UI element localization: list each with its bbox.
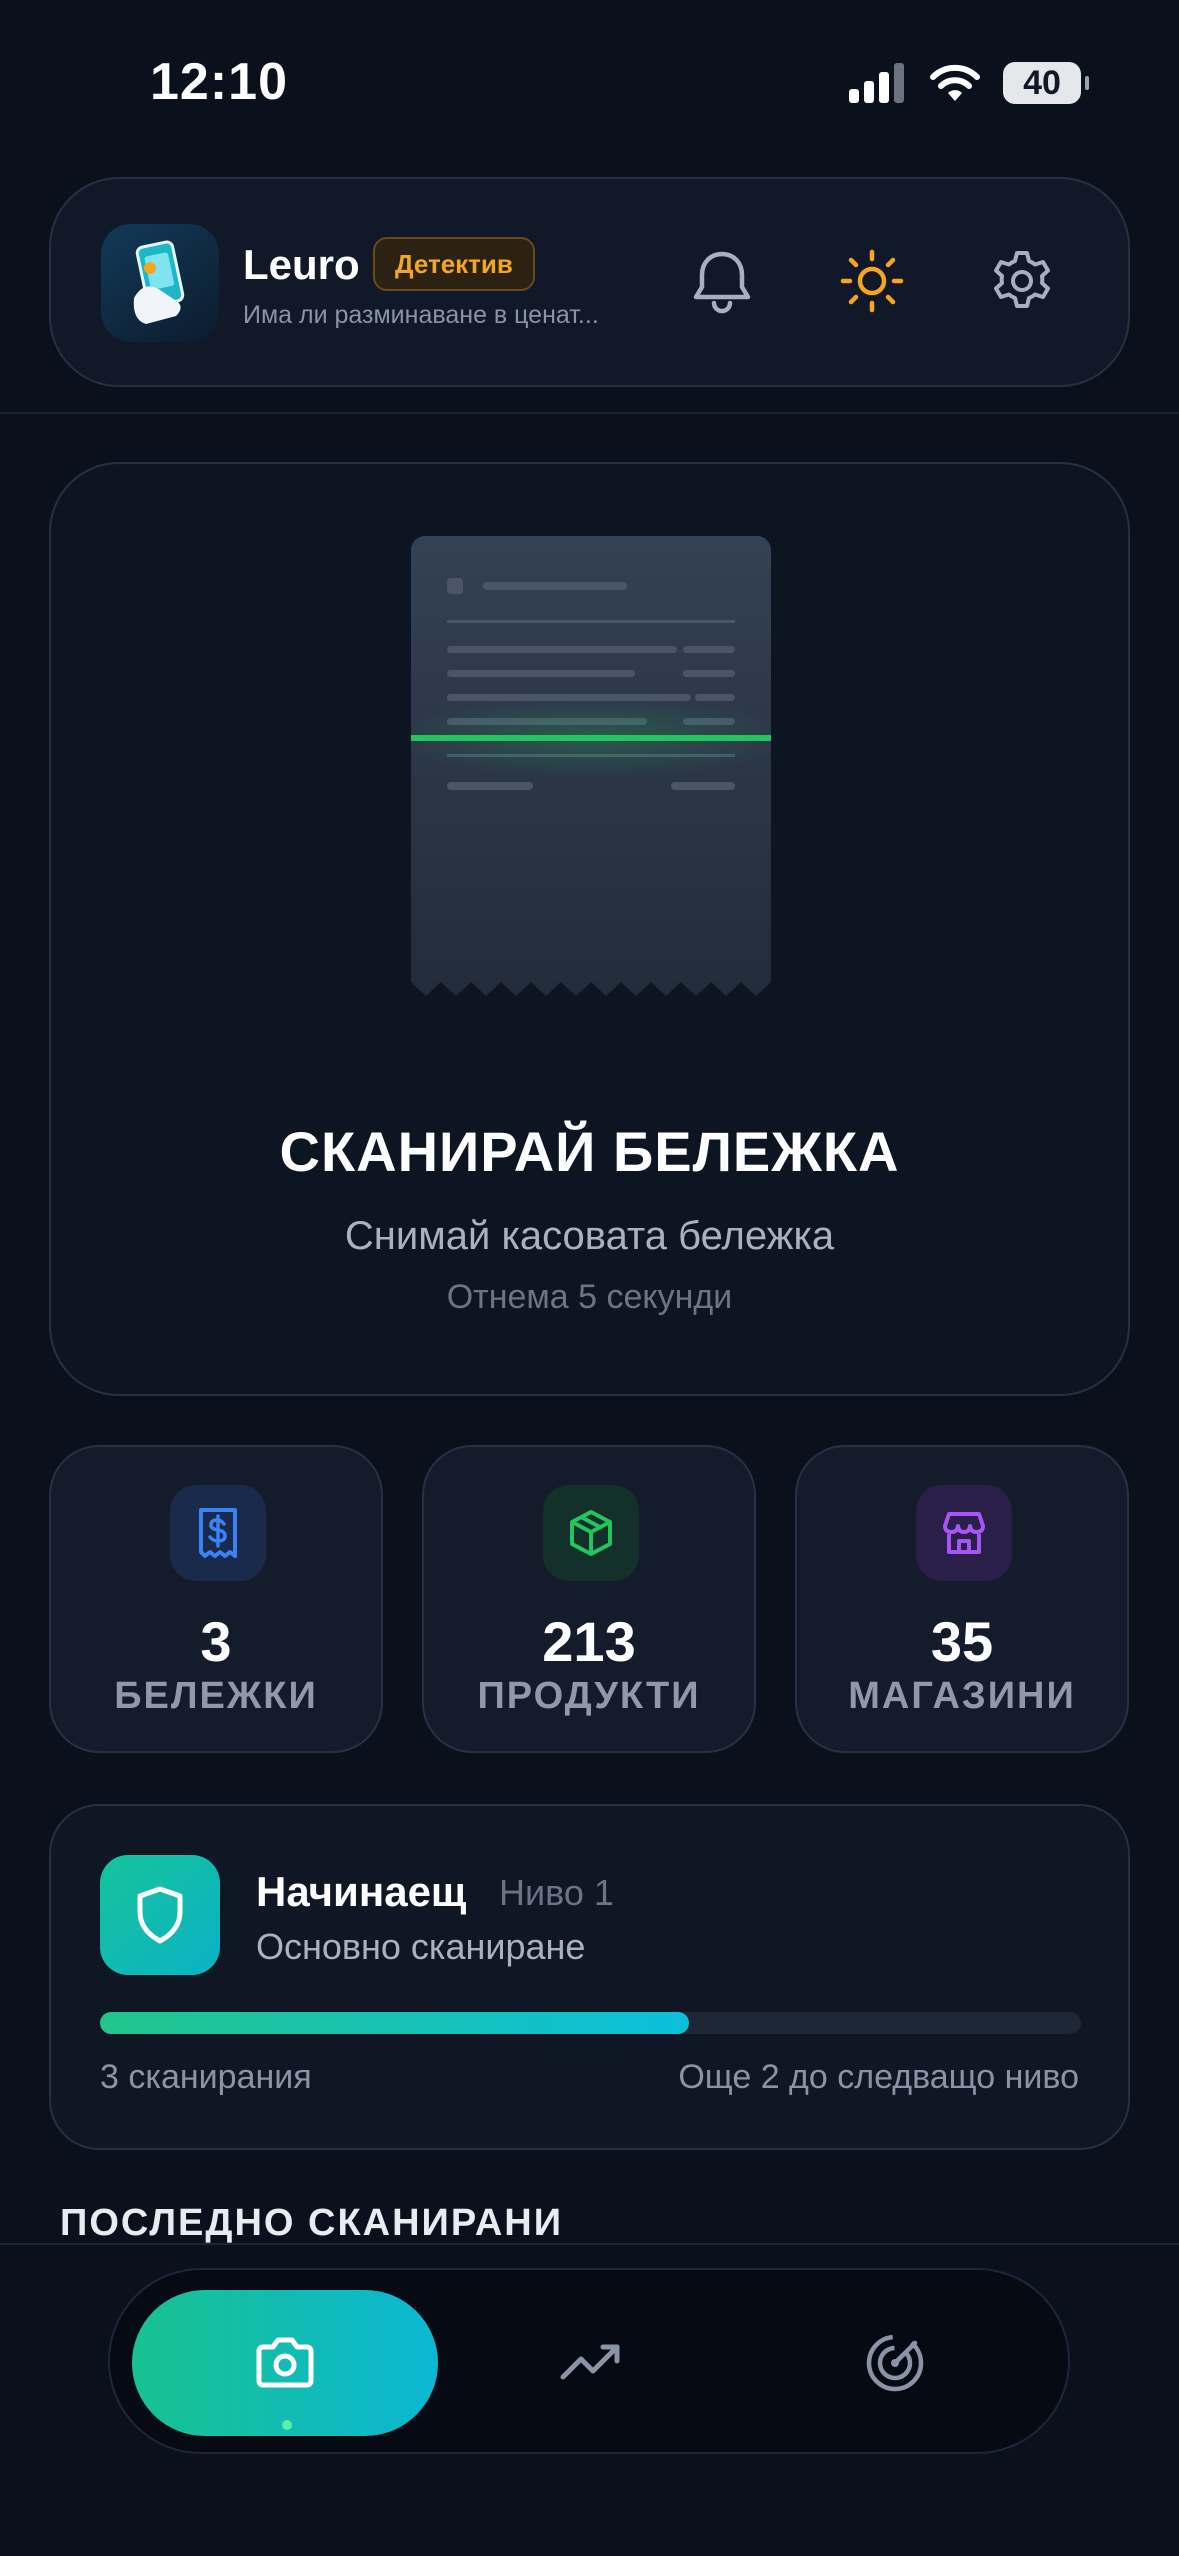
battery-indicator: 40 — [1003, 62, 1089, 104]
stat-card-receipts[interactable]: 3 БЕЛЕЖКИ — [49, 1445, 383, 1753]
nav-scan-button[interactable] — [132, 2290, 438, 2436]
trending-up-icon — [560, 2344, 620, 2380]
wifi-icon — [930, 64, 980, 101]
phone-logo-icon — [133, 240, 185, 324]
scan-receipt-card[interactable]: СКАНИРАЙ БЕЛЕЖКА Снимай касовата бележка… — [49, 462, 1130, 1396]
scan-note: Отнема 5 секунди — [446, 1278, 733, 1316]
box-icon — [570, 1510, 612, 1556]
level-progress-bar — [100, 2012, 1081, 2034]
level-title: Начинаещ — [256, 1868, 467, 1915]
recent-scans-heading: ПОСЛЕДНО СКАНИРАНИ — [60, 2202, 564, 2244]
sun-icon — [840, 249, 904, 313]
level-card[interactable]: Начинаещ Ниво 1 Основно сканиране 3 скан… — [49, 1804, 1130, 2150]
nav-trends-button[interactable] — [538, 2310, 644, 2416]
stat-icon-box — [170, 1485, 266, 1581]
level-progress-fill — [100, 2012, 689, 2034]
scan-title: СКАНИРАЙ БЕЛЕЖКА — [279, 1120, 900, 1183]
shield-icon — [137, 1886, 183, 1944]
header-divider — [0, 412, 1179, 414]
level-badge — [100, 1855, 220, 1975]
app-name: Leuro — [243, 241, 360, 288]
receipt-icon — [199, 1508, 237, 1558]
settings-button[interactable] — [986, 245, 1058, 317]
theme-toggle-button[interactable] — [836, 245, 908, 317]
scan-line — [411, 735, 771, 741]
level-description: Основно сканиране — [256, 1926, 586, 1967]
stat-label: ПРОДУКТИ — [477, 1675, 701, 1717]
bell-icon — [693, 251, 751, 314]
status-time: 12:10 — [150, 53, 288, 111]
app-logo — [101, 224, 219, 342]
stat-label: БЕЛЕЖКИ — [114, 1675, 318, 1717]
signal-icon — [849, 63, 904, 103]
notifications-button[interactable] — [686, 245, 758, 317]
stat-value: 3 — [200, 1610, 232, 1673]
status-icons: 40 — [849, 62, 1089, 104]
level-number: Ниво 1 — [499, 1872, 614, 1913]
stat-card-products[interactable]: 213 ПРОДУКТИ — [422, 1445, 756, 1753]
radar-icon — [866, 2334, 924, 2392]
stat-value: 35 — [930, 1610, 994, 1673]
camera-icon — [256, 2337, 314, 2388]
next-level-hint: Още 2 до следващо ниво — [678, 2058, 1079, 2096]
gear-icon — [994, 251, 1050, 308]
stat-value: 213 — [542, 1610, 636, 1673]
header-card: Leuro Детектив Има ли разминаване в цена… — [49, 177, 1130, 387]
scan-subtitle: Снимай касовата бележка — [344, 1214, 835, 1258]
stat-card-stores[interactable]: 35 МАГАЗИНИ — [795, 1445, 1129, 1753]
status-bar: 12:10 40 — [0, 0, 1179, 170]
stat-icon-box — [916, 1485, 1012, 1581]
app-subtitle: Има ли разминаване в ценат... — [243, 301, 599, 329]
scans-count: 3 сканирания — [100, 2058, 312, 2096]
store-icon — [943, 1512, 985, 1554]
stat-icon-box — [543, 1485, 639, 1581]
active-indicator-dot — [282, 2420, 292, 2430]
stat-label: МАГАЗИНИ — [848, 1675, 1076, 1717]
role-badge: Детектив — [373, 237, 535, 291]
nav-radar-button[interactable] — [842, 2310, 948, 2416]
receipt-illustration — [411, 536, 771, 996]
bottom-nav — [108, 2268, 1070, 2454]
